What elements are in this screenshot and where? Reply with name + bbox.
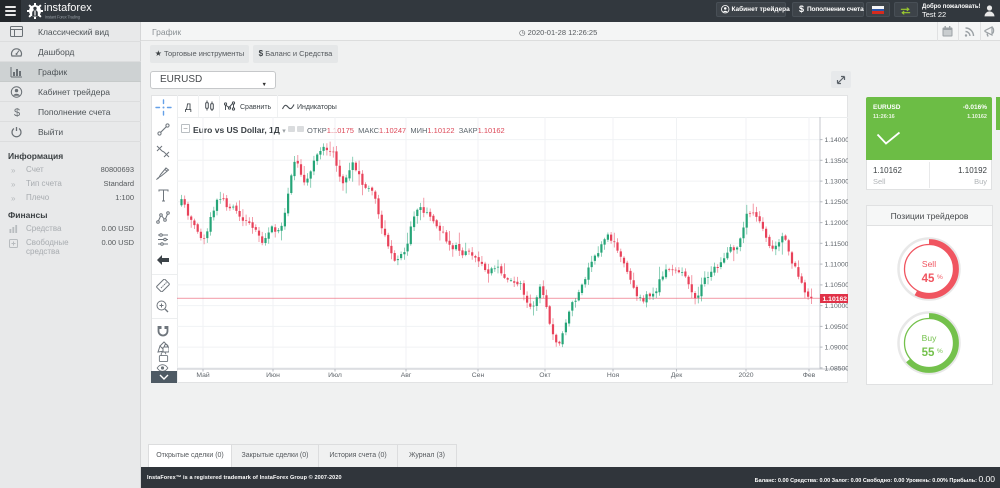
- svg-text:Окт: Окт: [539, 372, 550, 379]
- svg-text:1.13500: 1.13500: [825, 158, 849, 165]
- svg-text:Buy: Buy: [922, 333, 937, 343]
- svg-text:1.11000: 1.11000: [825, 262, 849, 269]
- svg-text:Июн: Июн: [266, 372, 280, 379]
- svg-text:$: $: [14, 107, 20, 118]
- svg-text:Фев: Фев: [803, 372, 816, 379]
- svg-text:1.09000: 1.09000: [825, 345, 849, 352]
- svg-text:1.12000: 1.12000: [825, 220, 849, 227]
- svg-text:1.09500: 1.09500: [825, 324, 849, 331]
- svg-text:Ноя: Ноя: [607, 372, 620, 379]
- svg-text:1.10500: 1.10500: [825, 282, 849, 289]
- svg-text:Sell: Sell: [922, 259, 936, 269]
- svg-text:%: %: [937, 348, 943, 355]
- svg-text:Авг: Авг: [401, 372, 412, 379]
- svg-text:Май: Май: [196, 371, 210, 379]
- svg-text:55: 55: [922, 347, 935, 359]
- svg-text:Сен: Сен: [472, 372, 485, 379]
- svg-text:1.12500: 1.12500: [825, 199, 849, 206]
- svg-text:45: 45: [922, 273, 935, 285]
- svg-text:1.14000: 1.14000: [825, 137, 849, 144]
- svg-text:2020: 2020: [738, 372, 753, 379]
- svg-text:Дек: Дек: [671, 372, 682, 379]
- svg-text:Июл: Июл: [328, 372, 342, 379]
- svg-text:1.10000: 1.10000: [825, 303, 849, 310]
- svg-text:1.10162: 1.10162: [823, 296, 848, 303]
- svg-text:1.13000: 1.13000: [825, 179, 849, 186]
- svg-text:1.11500: 1.11500: [825, 241, 849, 248]
- svg-text:1.08500: 1.08500: [825, 366, 849, 373]
- svg-text:%: %: [937, 274, 943, 281]
